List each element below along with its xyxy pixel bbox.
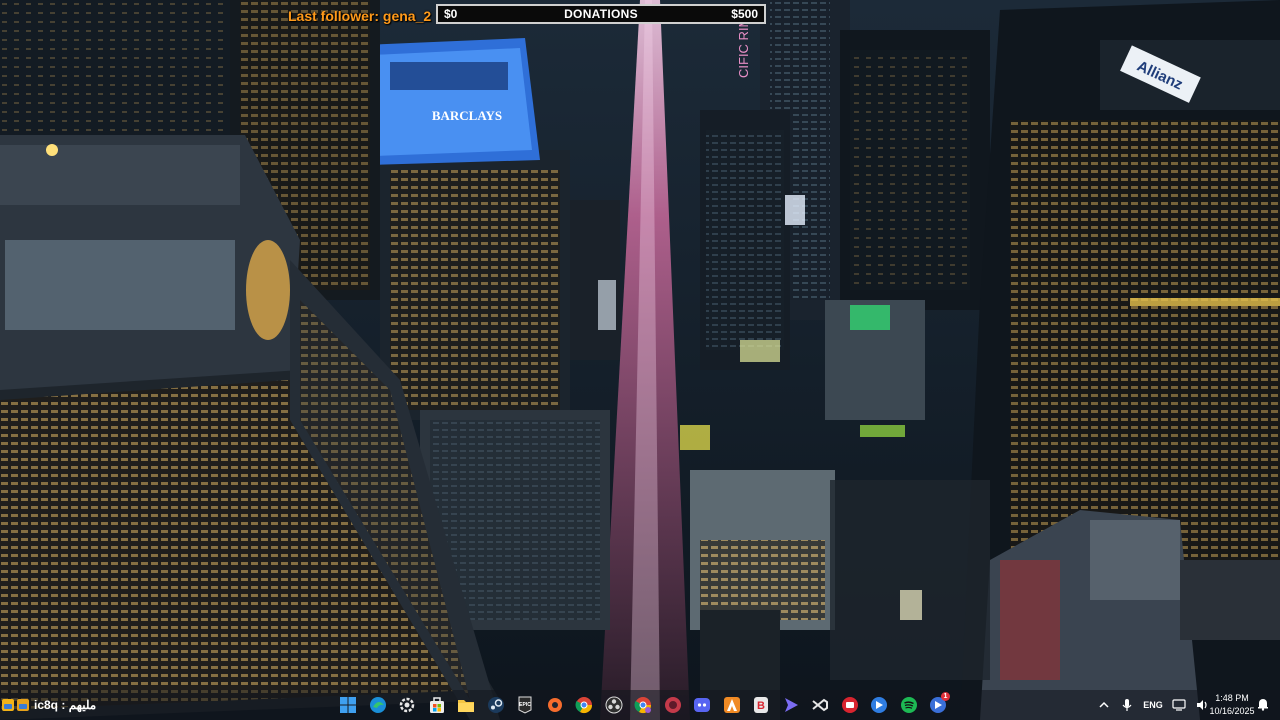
spotify-icon[interactable]	[897, 693, 921, 717]
vscode-icon[interactable]	[808, 693, 832, 717]
clock-date: 10/16/2025	[1209, 706, 1255, 716]
file-explorer-icon[interactable]	[454, 693, 478, 717]
system-tray: ENG	[1096, 694, 1210, 716]
network-icon[interactable]	[1171, 697, 1187, 713]
epic-games-icon[interactable]: EPIC	[513, 693, 537, 717]
svg-text:BARCLAYS: BARCLAYS	[432, 108, 502, 123]
donations-title: DONATIONS	[564, 7, 638, 21]
browser-icon[interactable]	[661, 693, 685, 717]
microphone-icon[interactable]	[1119, 697, 1135, 713]
widget-text: ic8q : مليهم	[34, 698, 97, 712]
taskbar: ic8q : مليهم EPIC B 1 ENG 1:48 PM 10/16/…	[0, 690, 1280, 720]
app-a-icon[interactable]	[720, 693, 744, 717]
svg-text:B: B	[757, 700, 765, 712]
language-indicator[interactable]: ENG	[1142, 697, 1164, 713]
widget-icon	[2, 699, 14, 711]
discord-icon[interactable]	[690, 693, 714, 717]
obs-icon[interactable]	[602, 693, 626, 717]
clock-time: 1:48 PM	[1215, 693, 1249, 703]
app-badge-icon[interactable]: 1	[926, 692, 950, 717]
edge-icon[interactable]	[366, 693, 390, 717]
app-red-icon[interactable]	[838, 693, 862, 717]
chrome-profile-icon[interactable]	[631, 693, 655, 717]
steam-icon[interactable]	[484, 693, 508, 717]
app-blue-icon[interactable]	[867, 693, 891, 717]
svg-text:CIFIC RIM: CIFIC RIM	[736, 17, 751, 78]
svg-text:EPIC: EPIC	[519, 702, 531, 708]
news-widget[interactable]: ic8q : مليهم	[2, 694, 96, 716]
chrome-icon[interactable]	[572, 693, 596, 717]
start-icon[interactable]	[336, 693, 360, 717]
notification-count-badge: 1	[941, 692, 950, 701]
chevron-up-icon[interactable]	[1096, 697, 1112, 713]
donations-max-value: $500	[731, 7, 758, 21]
settings-icon[interactable]	[395, 693, 419, 717]
desktop-wallpaper: Allianz CIFIC RIM BARCLAYS	[0, 0, 1280, 720]
store-icon[interactable]	[425, 693, 449, 717]
donations-goal-bar: $0 DONATIONS $500	[436, 4, 766, 24]
widget-icon-secondary	[17, 699, 29, 711]
origin-icon[interactable]	[543, 693, 567, 717]
app-arrow-icon[interactable]	[779, 693, 803, 717]
last-follower-label: Last follower: gena_2	[288, 8, 432, 24]
taskbar-clock[interactable]: 1:48 PM 10/16/2025	[1206, 692, 1258, 718]
notification-bell-icon[interactable]	[1256, 697, 1272, 713]
pinned-apps: EPIC B 1	[336, 692, 950, 717]
app-b-icon[interactable]: B	[749, 693, 773, 717]
